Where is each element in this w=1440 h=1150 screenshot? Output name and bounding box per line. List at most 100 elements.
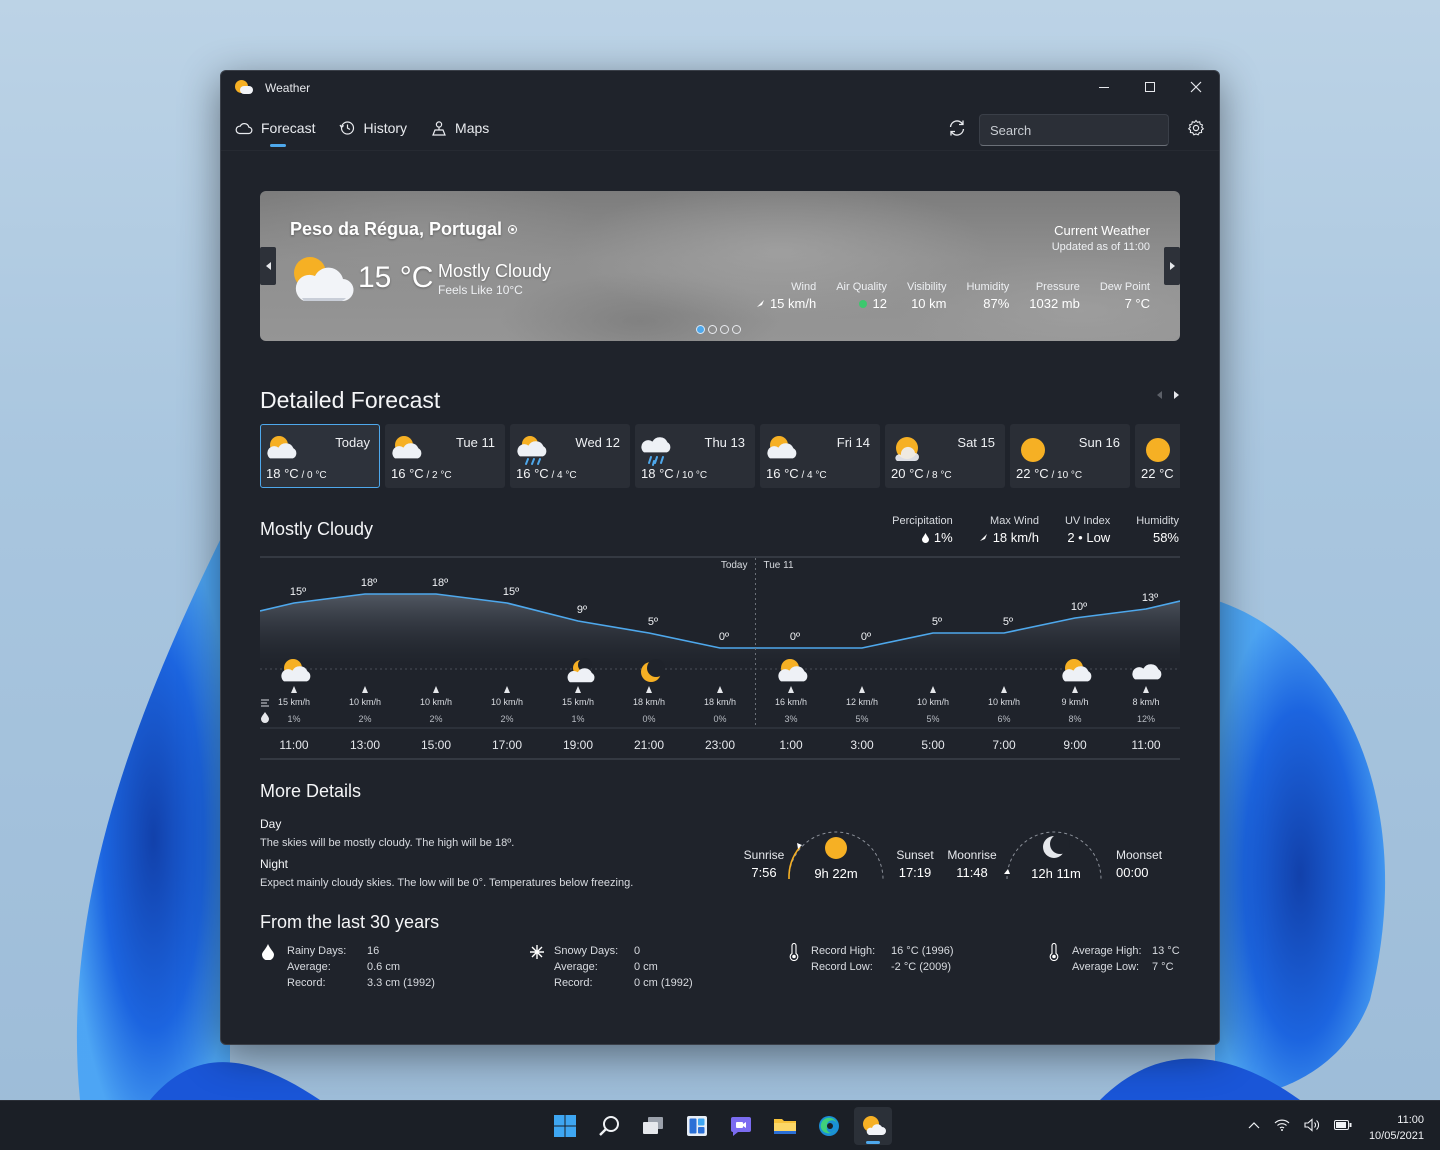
day-card[interactable]: Fri 14 16 °C / 4 °C [760, 424, 880, 488]
rain-average-label: Average: [287, 961, 331, 973]
hero-next-button[interactable] [1164, 247, 1180, 285]
wind-direction-icon [979, 534, 987, 541]
volume-icon[interactable] [1304, 1118, 1320, 1132]
wind-direction-icon [1072, 686, 1078, 693]
metric-value: 12 [872, 296, 887, 311]
day-card[interactable]: Tue 11 16 °C / 2 °C [385, 424, 505, 488]
day-card[interactable]: 22 °C [1135, 424, 1180, 488]
refresh-button[interactable] [947, 118, 967, 143]
day-low: 8 °C [932, 470, 952, 481]
metric-label: Wind [791, 281, 817, 293]
hourly-time-label: 15:00 [421, 738, 451, 752]
maximize-button[interactable] [1127, 71, 1173, 103]
windows-logo-icon [554, 1115, 576, 1137]
hourly-temp-label: 0º [861, 631, 871, 643]
thermometer-icon [1049, 943, 1059, 961]
metric-value: 10 km [911, 296, 947, 311]
location-name[interactable]: Peso da Régua, Portugal [290, 219, 518, 240]
day-condition-title: Mostly Cloudy [260, 519, 374, 539]
forecast-prev-button[interactable] [1157, 391, 1162, 399]
minimize-button[interactable] [1081, 71, 1127, 103]
carousel-dot[interactable] [720, 325, 729, 334]
forecast-next-button[interactable] [1174, 391, 1179, 399]
metric-label: Humidity [966, 281, 1010, 293]
tab-history[interactable]: History [339, 105, 407, 151]
wind-direction-icon [1143, 686, 1149, 693]
day-name: Thu 13 [704, 435, 745, 450]
day-high: 16 °C [391, 466, 424, 481]
tab-maps[interactable]: Maps [431, 105, 489, 151]
tab-history-label: History [363, 119, 408, 136]
hourly-precip-label: 12% [1137, 714, 1155, 724]
history-icon [339, 120, 355, 135]
battery-icon[interactable] [1334, 1120, 1352, 1130]
metric-value: 15 km/h [769, 296, 817, 311]
chevron-up-icon[interactable] [1248, 1121, 1260, 1129]
current-weather-heading: Current Weather [1054, 223, 1150, 238]
day-card[interactable]: Thu 13 18 °C / 10 °C [635, 424, 755, 488]
moonlight-duration: 12h 11m [1016, 863, 1096, 881]
summary-uv-index: UV Index 2 • Low [1065, 515, 1110, 545]
daylight-value: 9h 22m [814, 866, 858, 881]
search-input[interactable] [990, 122, 1166, 138]
record-high-label: Record High: [811, 945, 876, 957]
hourly-precip-label: 5% [926, 714, 939, 724]
hourly-time-label: 21:00 [634, 738, 664, 752]
hero-prev-button[interactable] [260, 247, 276, 285]
wind-direction-icon [859, 686, 865, 693]
hourly-time-label: 17:00 [492, 738, 522, 752]
hourly-precip-label: 2% [500, 714, 513, 724]
hourly-temp-label: 18º [361, 577, 377, 589]
carousel-dot[interactable] [708, 325, 717, 334]
raindrop-icon [262, 944, 274, 960]
hourly-precip-label: 0% [713, 714, 726, 724]
wifi-icon[interactable] [1274, 1119, 1290, 1131]
day-low: 4 °C [807, 470, 827, 481]
day-temp-separator: / [423, 470, 433, 481]
close-button[interactable] [1173, 71, 1219, 103]
widgets-button[interactable] [678, 1107, 716, 1145]
day-card[interactable]: Sun 16 22 °C / 10 °C [1010, 424, 1130, 488]
settings-button[interactable] [1187, 119, 1205, 142]
start-button[interactable] [546, 1107, 584, 1145]
task-view-button[interactable] [634, 1107, 672, 1145]
hourly-time-label: 5:00 [921, 738, 945, 752]
hourly-precip-label: 6% [997, 714, 1010, 724]
summary-label: Humidity [1136, 515, 1179, 527]
close-icon [1190, 81, 1202, 93]
hourly-precip-label: 8% [1068, 714, 1081, 724]
record-high-value: 16 °C (1996) [891, 945, 954, 957]
day-card[interactable]: Wed 12 16 °C / 4 °C [510, 424, 630, 488]
wind-direction-icon [646, 686, 652, 693]
tab-forecast[interactable]: Forecast [235, 105, 315, 151]
weather-app-icon [235, 79, 253, 97]
rain-days-value: 16 [367, 945, 380, 957]
day-name: Sat 15 [957, 435, 995, 450]
snow-stats: Snowy Days: 0 Average: 0 cm Record: 0 cm (1… [554, 945, 693, 989]
day-high: 18 °C [641, 466, 674, 481]
file-explorer-button[interactable] [766, 1107, 804, 1145]
carousel-dot[interactable] [732, 325, 741, 334]
day-label-left: Today [721, 560, 748, 571]
moonset: Moonset 00:00 [1116, 848, 1176, 880]
weather-taskbar-button[interactable] [854, 1107, 892, 1145]
edge-button[interactable] [810, 1107, 848, 1145]
day-card[interactable]: Today 18 °C / 0 °C [260, 424, 380, 488]
summary-label: Max Wind [990, 515, 1039, 527]
summary-value: 18 km/h [992, 530, 1039, 545]
clock[interactable]: 11:00 10/05/2021 [1369, 1112, 1424, 1144]
sunny-icon [1146, 438, 1170, 462]
tab-forecast-label: Forecast [261, 119, 316, 136]
chevron-right-icon [1169, 262, 1175, 270]
day-high: 18 °C [266, 466, 299, 481]
hourly-precip-label: 2% [358, 714, 371, 724]
detailed-forecast-title: Detailed Forecast [260, 387, 441, 413]
chat-icon [731, 1117, 751, 1136]
chat-button[interactable] [722, 1107, 760, 1145]
day-high: 22 °C [1141, 466, 1174, 481]
taskbar-search-button[interactable] [590, 1107, 628, 1145]
carousel-dot[interactable] [696, 325, 705, 334]
record-low-value: -2 °C (2009) [891, 961, 952, 973]
day-card[interactable]: Sat 15 20 °C / 8 °C [885, 424, 1005, 488]
current-condition: Mostly Cloudy [438, 261, 552, 281]
